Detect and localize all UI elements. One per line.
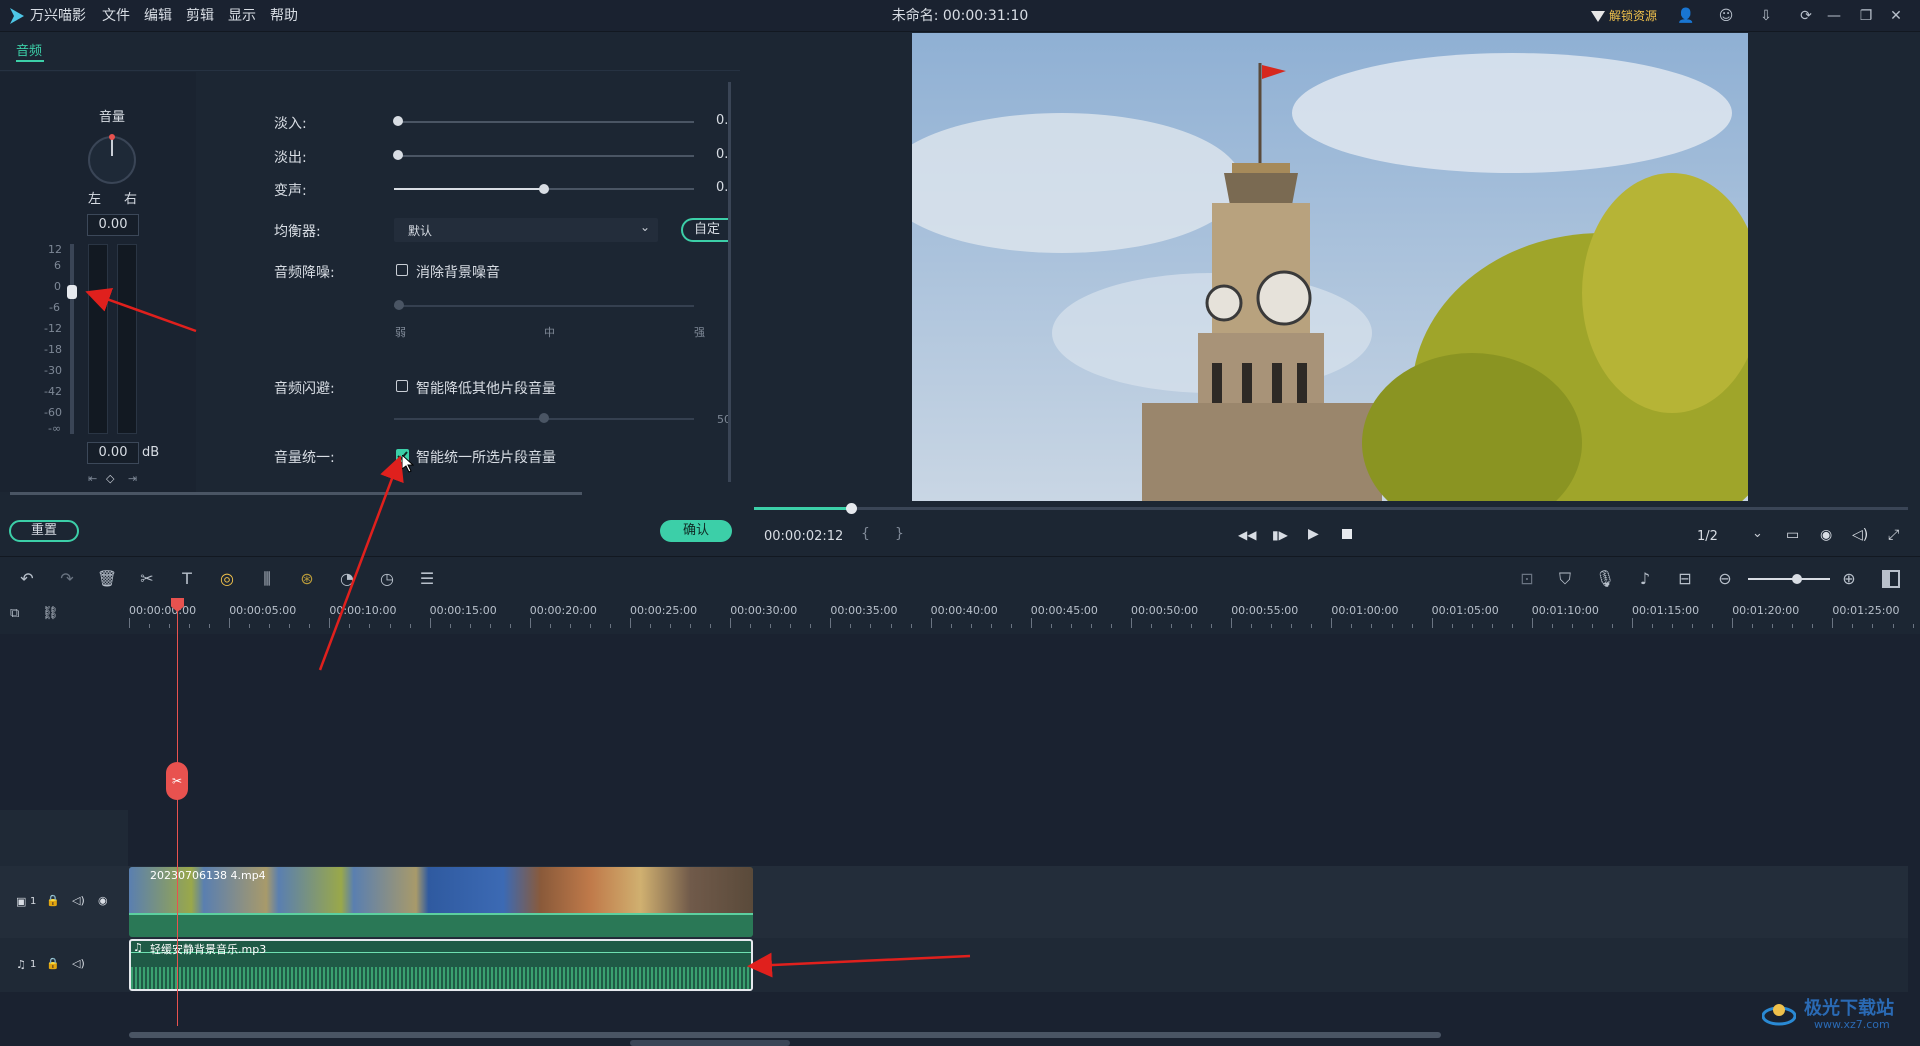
watermark-logo (1761, 996, 1797, 1030)
annotation-arrows (85, 287, 971, 978)
watermark-text: 极光下载站 (1804, 998, 1894, 1019)
watermark-url: www.xz7.com (1814, 1018, 1890, 1031)
